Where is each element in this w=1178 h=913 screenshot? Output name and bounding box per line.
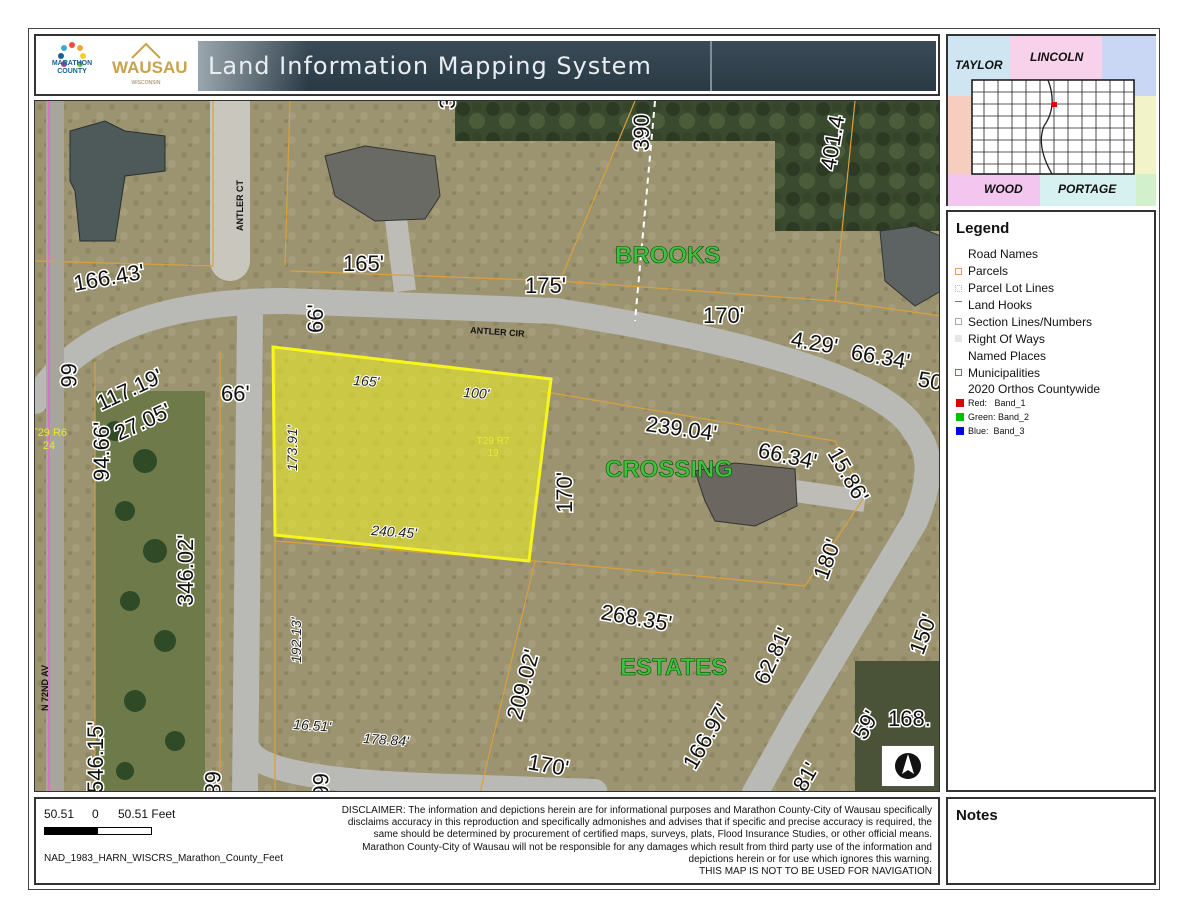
dim-66-west: 66'	[221, 381, 250, 406]
dim-546-15: 546.15'	[83, 722, 108, 793]
banner-separator	[710, 41, 712, 91]
marathon-logo-text: MARATHON COUNTY	[51, 60, 93, 75]
wausau-logo-subtext: WISCONSIN	[131, 80, 161, 86]
legend-band-red: Red: Band_1	[968, 398, 1026, 408]
dim-165-north: 165'	[343, 251, 384, 276]
place-name-brooks: BROOKS	[615, 242, 720, 269]
legend-item-right-of-ways: Right Of Ways	[968, 332, 1045, 346]
legend-item-municipalities: Municipalities	[968, 366, 1041, 380]
dim-66-south: 66	[308, 773, 333, 792]
dim-33: 33	[435, 101, 460, 109]
blue-band-legend-icon	[956, 427, 964, 435]
dim-66-far-west: 66	[56, 363, 81, 387]
forest-area-northeast	[775, 101, 939, 231]
locator-map: TAYLOR LINCOLN WOOD PORTAGE	[946, 34, 1156, 206]
dim-178-84: 178.84'	[363, 730, 411, 749]
scale-label-left: 50.51	[44, 807, 75, 821]
locator-label-portage: PORTAGE	[1058, 182, 1117, 196]
dim-192-13: 192.13'	[288, 616, 304, 663]
legend-item-orthos: 2020 Orthos Countywide	[968, 382, 1101, 396]
scale-bar	[44, 827, 152, 835]
parcel-lot-lines-legend-icon	[955, 285, 962, 292]
notes-panel: Notes	[946, 797, 1156, 885]
locator-label-lincoln: LINCOLN	[1030, 50, 1084, 64]
scale-bar-segment-dark	[45, 828, 98, 834]
dim-240-45-parcel: 240.45'	[370, 522, 419, 541]
municipalities-legend-icon	[955, 369, 962, 376]
disclaimer-text: DISCLAIMER: The information and depictio…	[306, 805, 932, 878]
scale-label-right: 50.51 Feet	[118, 807, 176, 821]
red-band-legend-icon	[956, 399, 964, 407]
section-label-t29r6: T29 R6	[35, 427, 67, 439]
parcels-legend-icon	[955, 268, 962, 275]
scale-bar-segment-light	[98, 828, 151, 834]
wausau-logo-text: WAUSAU	[112, 58, 188, 77]
section-label-24: 24	[43, 440, 55, 452]
scale-disclaimer-panel: 50.51 0 50.51 Feet NAD_1983_HARN_WISCRS_…	[34, 797, 940, 885]
page-title: Land Information Mapping System	[208, 52, 652, 80]
disclaimer-line: Marathon County-City of Wausau will not …	[362, 841, 932, 853]
dim-170-north: 170'	[703, 303, 744, 328]
legend-band-green: Green: Band_2	[968, 412, 1030, 422]
dim-346-02: 346.02'	[173, 535, 198, 607]
place-name-crossing: CROSSING	[605, 456, 733, 483]
legend-item-named-places: Named Places	[968, 349, 1047, 363]
place-name-estates: ESTATES	[620, 654, 727, 681]
road-label-antler-ct: ANTLER CT	[235, 180, 245, 231]
title-banner: Land Information Mapping System	[198, 41, 936, 91]
legend-item-parcels: Parcels	[968, 264, 1009, 278]
section-lines-legend-icon	[955, 318, 962, 325]
north-arrow-icon	[881, 745, 935, 787]
dim-100-parcel: 100'	[463, 384, 491, 402]
dim-175: 175'	[525, 273, 566, 298]
legend-panel: Legend Road Names Parcels Parcel Lot Lin…	[946, 210, 1156, 792]
disclaimer-line: disclaims accuracy in this reproduction …	[347, 817, 932, 829]
notes-title: Notes	[956, 807, 998, 824]
projection-label: NAD_1983_HARN_WISCRS_Marathon_County_Fee…	[44, 853, 284, 864]
dim-165-parcel: 165'	[353, 372, 381, 390]
disclaimer-line: THIS MAP IS NOT TO BE USED FOR NAVIGATIO…	[699, 866, 932, 878]
dim-168: 168.	[888, 706, 931, 731]
map-view[interactable]: BROOKS CROSSING ESTATES ANTLER CIR ANTLE…	[34, 100, 940, 792]
locator-label-taylor: TAYLOR	[955, 58, 1003, 72]
legend-title: Legend	[956, 220, 1010, 237]
wausau-logo-mark	[131, 42, 161, 59]
parcel-section-label-19: 19	[487, 448, 499, 459]
header-panel: MARATHON COUNTY WAUSAU WISCONSIN Land In…	[34, 34, 940, 96]
road-label-n-72nd-av: N 72ND AV	[40, 665, 50, 711]
dim-170-parcel-east: 170'	[552, 472, 577, 513]
right-of-ways-legend-icon	[955, 335, 962, 342]
dim-50: 50	[916, 366, 940, 395]
green-band-legend-icon	[956, 413, 964, 421]
dim-390: 390	[629, 114, 654, 151]
disclaimer-line: DISCLAIMER: The information and depictio…	[341, 805, 932, 816]
map-canvas[interactable]: BROOKS CROSSING ESTATES ANTLER CIR ANTLE…	[35, 101, 940, 792]
legend-item-parcel-lot-lines: Parcel Lot Lines	[968, 281, 1055, 295]
wausau-logo: WAUSAU WISCONSIN	[112, 40, 188, 92]
disclaimer-line: depictions herein or for use which ignor…	[688, 853, 932, 865]
marathon-county-logo: MARATHON COUNTY	[42, 40, 102, 92]
parcel-section-label-t29r7: T29 R7	[477, 436, 510, 447]
legend-item-section-lines: Section Lines/Numbers	[968, 315, 1093, 329]
land-hooks-legend-icon	[955, 301, 962, 302]
disclaimer-line: same should be determined by procurement…	[373, 829, 932, 841]
dim-16-51: 16.51'	[293, 716, 333, 735]
legend-item-road-names: Road Names	[968, 247, 1039, 261]
north-arrow-glyph	[895, 753, 921, 779]
dim-68: 68	[200, 771, 225, 792]
legend-band-blue: Blue: Band_3	[968, 426, 1025, 436]
locator-label-wood: WOOD	[984, 182, 1023, 196]
legend-item-land-hooks: Land Hooks	[968, 298, 1033, 312]
dim-173-91-parcel: 173.91'	[284, 424, 300, 471]
dim-94-66: 94.66'	[89, 422, 114, 481]
dim-66-north: 66'	[303, 304, 328, 333]
scale-label-zero: 0	[92, 807, 99, 821]
